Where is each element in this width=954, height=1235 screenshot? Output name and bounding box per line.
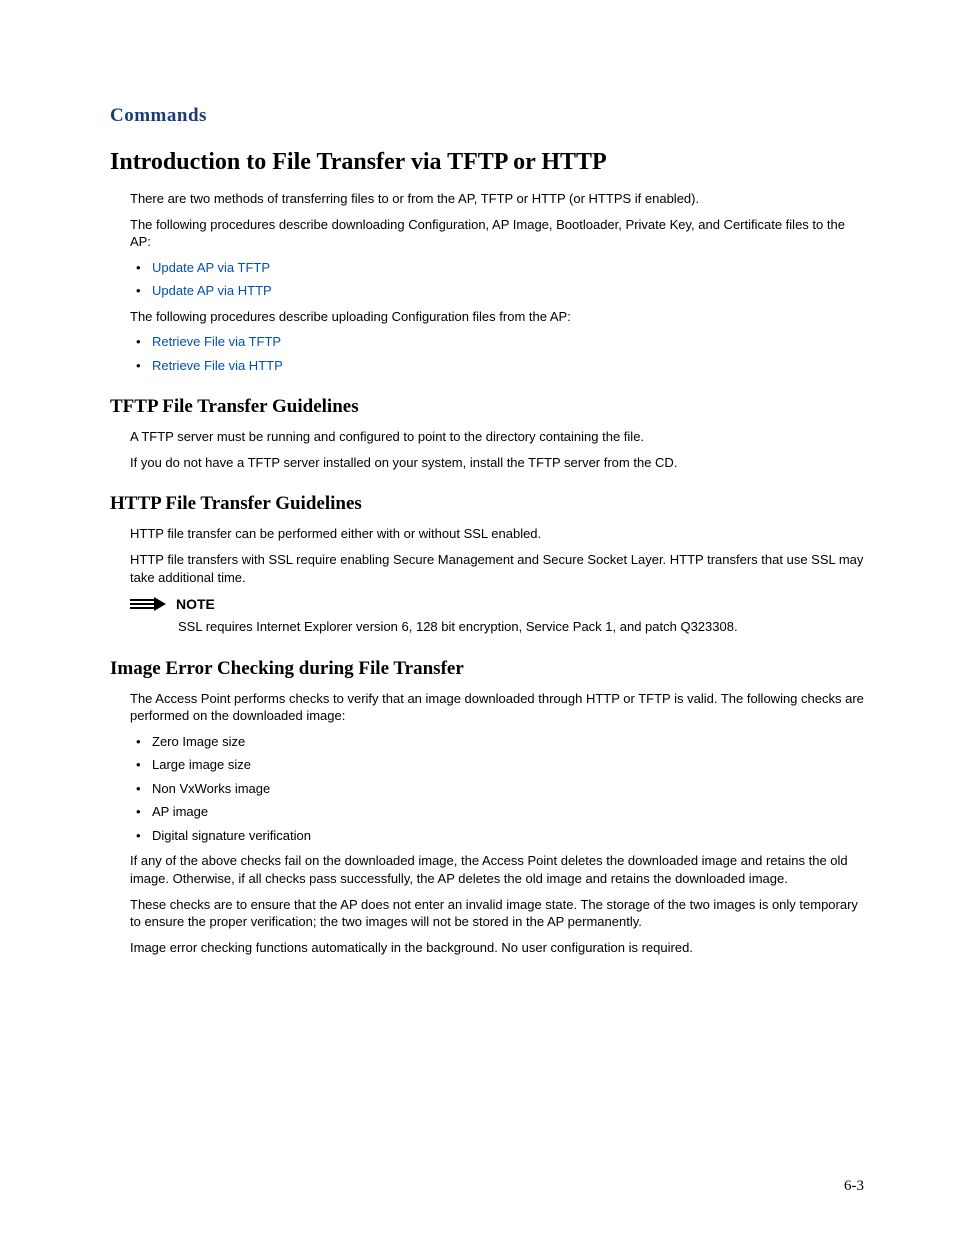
update-tftp-link[interactable]: Update AP via TFTP <box>152 260 270 275</box>
list-item: Zero Image size <box>130 733 864 751</box>
note-header: NOTE <box>130 596 864 612</box>
update-http-link[interactable]: Update AP via HTTP <box>152 283 272 298</box>
note-block: NOTE SSL requires Internet Explorer vers… <box>130 596 864 636</box>
http-heading: HTTP File Transfer Guidelines <box>110 493 864 515</box>
imageerr-paragraph-4: Image error checking functions automatic… <box>130 939 864 957</box>
tftp-heading: TFTP File Transfer Guidelines <box>110 396 864 418</box>
list-item: Retrieve File via HTTP <box>130 357 864 375</box>
list-item: Non VxWorks image <box>130 780 864 798</box>
document-page: Commands Introduction to File Transfer v… <box>0 0 954 1235</box>
list-item: Retrieve File via TFTP <box>130 333 864 351</box>
list-item: Digital signature verification <box>130 827 864 845</box>
imageerr-paragraph-1: The Access Point performs checks to veri… <box>130 690 864 725</box>
intro-paragraph-2: The following procedures describe downlo… <box>130 216 864 251</box>
retrieve-tftp-link[interactable]: Retrieve File via TFTP <box>152 334 281 349</box>
chapter-heading: Commands <box>110 105 864 127</box>
list-item: AP image <box>130 803 864 821</box>
intro-paragraph-3: The following procedures describe upload… <box>130 308 864 326</box>
list-item: Update AP via TFTP <box>130 259 864 277</box>
download-links-list: Update AP via TFTP Update AP via HTTP <box>130 259 864 300</box>
arrow-right-icon <box>130 597 166 611</box>
upload-links-list: Retrieve File via TFTP Retrieve File via… <box>130 333 864 374</box>
http-paragraph-1: HTTP file transfer can be performed eith… <box>130 525 864 543</box>
http-paragraph-2: HTTP file transfers with SSL require ena… <box>130 551 864 586</box>
checks-list: Zero Image size Large image size Non VxW… <box>130 733 864 845</box>
retrieve-http-link[interactable]: Retrieve File via HTTP <box>152 358 283 373</box>
intro-paragraph-1: There are two methods of transferring fi… <box>130 190 864 208</box>
list-item: Large image size <box>130 756 864 774</box>
imageerr-paragraph-2: If any of the above checks fail on the d… <box>130 852 864 887</box>
page-title: Introduction to File Transfer via TFTP o… <box>110 149 864 176</box>
tftp-paragraph-2: If you do not have a TFTP server install… <box>130 454 864 472</box>
tftp-paragraph-1: A TFTP server must be running and config… <box>130 428 864 446</box>
page-number: 6-3 <box>844 1178 864 1195</box>
note-text: SSL requires Internet Explorer version 6… <box>178 618 864 636</box>
note-label: NOTE <box>176 596 215 612</box>
list-item: Update AP via HTTP <box>130 282 864 300</box>
imageerr-heading: Image Error Checking during File Transfe… <box>110 658 864 680</box>
imageerr-paragraph-3: These checks are to ensure that the AP d… <box>130 896 864 931</box>
